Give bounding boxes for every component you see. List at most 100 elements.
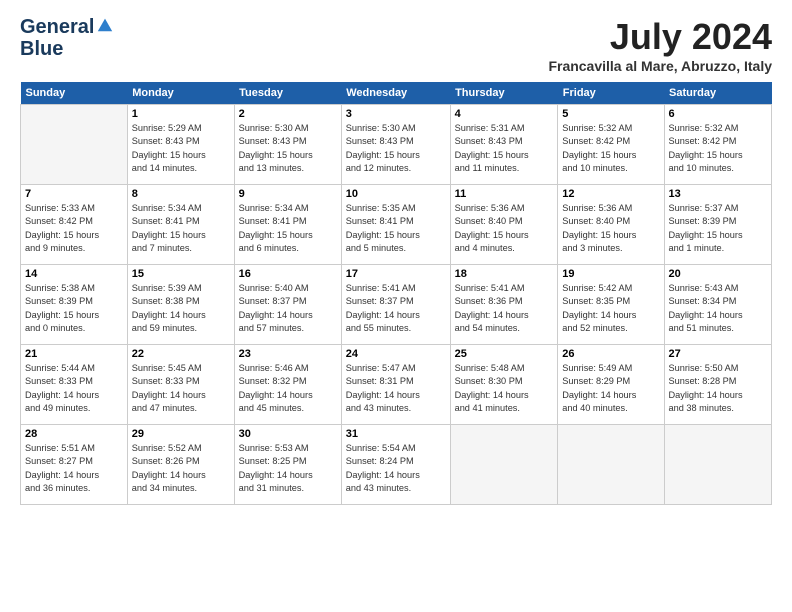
day-number: 27 (669, 348, 768, 360)
day-number: 10 (346, 188, 446, 200)
day-cell (21, 105, 128, 185)
day-cell: 20 Sunrise: 5:43 AM Sunset: 8:34 PM Dayli… (664, 265, 772, 345)
day-number: 25 (455, 348, 554, 360)
day-number: 1 (132, 108, 230, 120)
day-number: 6 (669, 108, 768, 120)
day-cell (664, 425, 772, 505)
day-info: Sunrise: 5:44 AM Sunset: 8:33 PM Dayligh… (25, 362, 123, 415)
day-number: 16 (239, 268, 337, 280)
day-info: Sunrise: 5:36 AM Sunset: 8:40 PM Dayligh… (455, 202, 554, 255)
page: General Blue July 2024 Francavilla al Ma… (0, 0, 792, 612)
day-cell: 15 Sunrise: 5:39 AM Sunset: 8:38 PM Dayli… (127, 265, 234, 345)
day-cell: 6 Sunrise: 5:32 AM Sunset: 8:42 PM Daylig… (664, 105, 772, 185)
day-number: 17 (346, 268, 446, 280)
day-cell: 7Sunrise: 5:33 AM Sunset: 8:42 PM Daylig… (21, 185, 128, 265)
week-row-4: 21 Sunrise: 5:44 AM Sunset: 8:33 PM Dayli… (21, 345, 772, 425)
col-header-friday: Friday (558, 82, 664, 105)
day-cell: 5Sunrise: 5:32 AM Sunset: 8:42 PM Daylig… (558, 105, 664, 185)
day-info: Sunrise: 5:47 AM Sunset: 8:31 PM Dayligh… (346, 362, 446, 415)
day-info: Sunrise: 5:37 AM Sunset: 8:39 PM Dayligh… (669, 202, 768, 255)
day-number: 30 (239, 428, 337, 440)
day-cell: 30 Sunrise: 5:53 AM Sunset: 8:25 PM Dayli… (234, 425, 341, 505)
day-info: Sunrise: 5:30 AM Sunset: 8:43 PM Dayligh… (239, 122, 337, 175)
day-info: Sunrise: 5:41 AM Sunset: 8:36 PM Dayligh… (455, 282, 554, 335)
day-cell (558, 425, 664, 505)
day-info: Sunrise: 5:53 AM Sunset: 8:25 PM Dayligh… (239, 442, 337, 495)
day-cell: 23Sunrise: 5:46 AM Sunset: 8:32 PM Dayli… (234, 345, 341, 425)
day-cell: 16 Sunrise: 5:40 AM Sunset: 8:37 PM Dayli… (234, 265, 341, 345)
day-info: Sunrise: 5:50 AM Sunset: 8:28 PM Dayligh… (669, 362, 768, 415)
day-number: 31 (346, 428, 446, 440)
day-cell: 22Sunrise: 5:45 AM Sunset: 8:33 PM Dayli… (127, 345, 234, 425)
day-info: Sunrise: 5:34 AM Sunset: 8:41 PM Dayligh… (132, 202, 230, 255)
day-cell: 25 Sunrise: 5:48 AM Sunset: 8:30 PM Dayli… (450, 345, 558, 425)
day-number: 2 (239, 108, 337, 120)
day-cell: 29Sunrise: 5:52 AM Sunset: 8:26 PM Dayli… (127, 425, 234, 505)
day-info: Sunrise: 5:32 AM Sunset: 8:42 PM Dayligh… (669, 122, 768, 175)
week-row-3: 14 Sunrise: 5:38 AM Sunset: 8:39 PM Dayli… (21, 265, 772, 345)
day-number: 24 (346, 348, 446, 360)
day-cell (450, 425, 558, 505)
day-number: 11 (455, 188, 554, 200)
day-info: Sunrise: 5:31 AM Sunset: 8:43 PM Dayligh… (455, 122, 554, 175)
day-cell: 2 Sunrise: 5:30 AM Sunset: 8:43 PM Daylig… (234, 105, 341, 185)
day-cell: 1 Sunrise: 5:29 AM Sunset: 8:43 PM Daylig… (127, 105, 234, 185)
location: Francavilla al Mare, Abruzzo, Italy (548, 58, 772, 74)
day-number: 28 (25, 428, 123, 440)
day-info: Sunrise: 5:30 AM Sunset: 8:43 PM Dayligh… (346, 122, 446, 175)
col-header-thursday: Thursday (450, 82, 558, 105)
logo-text: General (20, 16, 114, 38)
day-cell: 18 Sunrise: 5:41 AM Sunset: 8:36 PM Dayli… (450, 265, 558, 345)
header: General Blue July 2024 Francavilla al Ma… (20, 16, 772, 74)
day-number: 20 (669, 268, 768, 280)
logo-blue: Blue (20, 38, 114, 60)
day-cell: 24 Sunrise: 5:47 AM Sunset: 8:31 PM Dayli… (341, 345, 450, 425)
day-number: 15 (132, 268, 230, 280)
col-header-saturday: Saturday (664, 82, 772, 105)
calendar-header-row: SundayMondayTuesdayWednesdayThursdayFrid… (21, 82, 772, 105)
week-row-2: 7Sunrise: 5:33 AM Sunset: 8:42 PM Daylig… (21, 185, 772, 265)
day-number: 18 (455, 268, 554, 280)
day-number: 14 (25, 268, 123, 280)
day-info: Sunrise: 5:48 AM Sunset: 8:30 PM Dayligh… (455, 362, 554, 415)
day-cell: 17 Sunrise: 5:41 AM Sunset: 8:37 PM Dayli… (341, 265, 450, 345)
day-cell: 19Sunrise: 5:42 AM Sunset: 8:35 PM Dayli… (558, 265, 664, 345)
day-number: 8 (132, 188, 230, 200)
day-cell: 14 Sunrise: 5:38 AM Sunset: 8:39 PM Dayli… (21, 265, 128, 345)
day-info: Sunrise: 5:29 AM Sunset: 8:43 PM Dayligh… (132, 122, 230, 175)
title-block: July 2024 Francavilla al Mare, Abruzzo, … (548, 16, 772, 74)
day-number: 26 (562, 348, 659, 360)
day-cell: 10 Sunrise: 5:35 AM Sunset: 8:41 PM Dayli… (341, 185, 450, 265)
day-info: Sunrise: 5:54 AM Sunset: 8:24 PM Dayligh… (346, 442, 446, 495)
day-info: Sunrise: 5:42 AM Sunset: 8:35 PM Dayligh… (562, 282, 659, 335)
week-row-1: 1 Sunrise: 5:29 AM Sunset: 8:43 PM Daylig… (21, 105, 772, 185)
day-info: Sunrise: 5:35 AM Sunset: 8:41 PM Dayligh… (346, 202, 446, 255)
week-row-5: 28Sunrise: 5:51 AM Sunset: 8:27 PM Dayli… (21, 425, 772, 505)
day-info: Sunrise: 5:43 AM Sunset: 8:34 PM Dayligh… (669, 282, 768, 335)
day-number: 12 (562, 188, 659, 200)
day-cell: 11 Sunrise: 5:36 AM Sunset: 8:40 PM Dayli… (450, 185, 558, 265)
day-number: 3 (346, 108, 446, 120)
day-info: Sunrise: 5:34 AM Sunset: 8:41 PM Dayligh… (239, 202, 337, 255)
day-number: 23 (239, 348, 337, 360)
day-number: 7 (25, 188, 123, 200)
day-cell: 8 Sunrise: 5:34 AM Sunset: 8:41 PM Daylig… (127, 185, 234, 265)
day-info: Sunrise: 5:45 AM Sunset: 8:33 PM Dayligh… (132, 362, 230, 415)
calendar-table: SundayMondayTuesdayWednesdayThursdayFrid… (20, 82, 772, 505)
day-number: 4 (455, 108, 554, 120)
day-info: Sunrise: 5:41 AM Sunset: 8:37 PM Dayligh… (346, 282, 446, 335)
day-info: Sunrise: 5:36 AM Sunset: 8:40 PM Dayligh… (562, 202, 659, 255)
day-number: 29 (132, 428, 230, 440)
day-info: Sunrise: 5:39 AM Sunset: 8:38 PM Dayligh… (132, 282, 230, 335)
day-cell: 27 Sunrise: 5:50 AM Sunset: 8:28 PM Dayli… (664, 345, 772, 425)
day-info: Sunrise: 5:49 AM Sunset: 8:29 PM Dayligh… (562, 362, 659, 415)
day-number: 13 (669, 188, 768, 200)
day-info: Sunrise: 5:40 AM Sunset: 8:37 PM Dayligh… (239, 282, 337, 335)
day-cell: 4 Sunrise: 5:31 AM Sunset: 8:43 PM Daylig… (450, 105, 558, 185)
day-cell: 26 Sunrise: 5:49 AM Sunset: 8:29 PM Dayli… (558, 345, 664, 425)
day-info: Sunrise: 5:38 AM Sunset: 8:39 PM Dayligh… (25, 282, 123, 335)
month-title: July 2024 (548, 16, 772, 58)
day-number: 21 (25, 348, 123, 360)
day-cell: 21 Sunrise: 5:44 AM Sunset: 8:33 PM Dayli… (21, 345, 128, 425)
col-header-wednesday: Wednesday (341, 82, 450, 105)
